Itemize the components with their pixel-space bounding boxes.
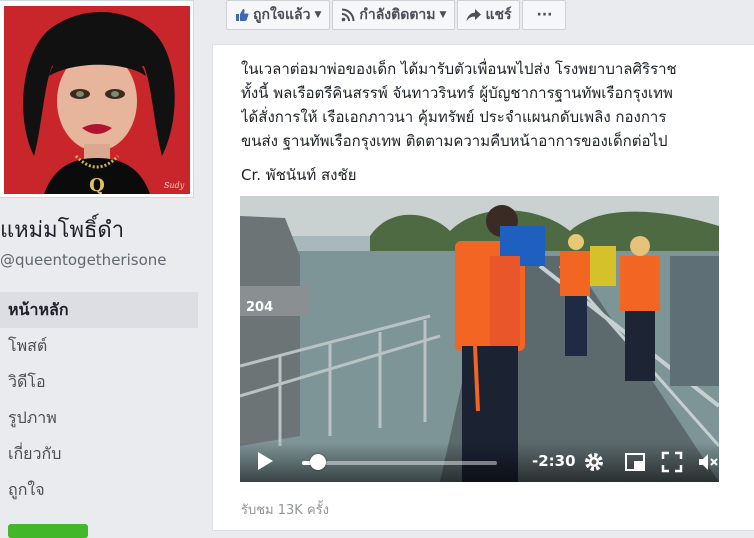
- nav-item-home[interactable]: หน้าหลัก: [0, 292, 198, 328]
- post-body: ในเวลาต่อมาพ่อของเด็ก ได้มารับตัวเพื่อนพ…: [241, 57, 746, 153]
- mute-icon[interactable]: [697, 451, 719, 473]
- post-credit: Cr. พัชนันท์ สงชัย: [241, 166, 357, 184]
- progress-handle[interactable]: [309, 454, 326, 470]
- more-dots-icon: ···: [536, 7, 553, 23]
- following-button[interactable]: กำลังติดตาม ▼: [332, 0, 456, 30]
- view-count: รับชม 13K ครั้ง: [241, 503, 329, 518]
- gear-icon[interactable]: [583, 451, 605, 473]
- picture-in-picture-icon[interactable]: [624, 451, 646, 473]
- nav-item-posts[interactable]: โพสต์: [0, 328, 198, 364]
- thumbs-up-icon: [236, 9, 249, 21]
- page-nav: หน้าหลัก โพสต์ วิดีโอ รูปภาพ เกี่ยวกับ ถ…: [0, 292, 198, 508]
- nav-item-videos[interactable]: วิดีโอ: [0, 364, 198, 400]
- post-line: ทั้งนี้ พลเรือตรีคินสรรพ์ จันทาวรินทร์ ผ…: [241, 84, 673, 102]
- left-column: Q Sudy แหม่มโพธิ์ดำ @queentogetherisone …: [0, 0, 212, 538]
- post-line: ขนส่ง ฐานทัพเรือกรุงเทพ ติดตามความคืบหน้…: [241, 132, 668, 150]
- post-line: ได้สั่งการให้ เรือเอกภาวนา คุ้มทรัพย์ ปร…: [241, 108, 667, 126]
- nav-item-photos[interactable]: รูปภาพ: [0, 400, 198, 436]
- page-name[interactable]: แหม่มโพธิ์ดำ: [0, 212, 124, 247]
- avatar-illustration: Q Sudy: [4, 6, 190, 194]
- nav-item-likes[interactable]: ถูกใจ: [0, 472, 198, 508]
- avatar-signature: Sudy: [164, 181, 185, 190]
- share-arrow-icon: [466, 8, 482, 21]
- create-page-button[interactable]: [8, 524, 88, 538]
- avatar-pendant-letter: Q: [89, 175, 105, 194]
- main-column: ถูกใจแล้ว ▼ กำลังติดตาม ▼ แชร์ ··· ในเวล…: [212, 0, 754, 531]
- following-label: กำลังติดตาม: [359, 7, 436, 23]
- play-icon[interactable]: [258, 452, 273, 470]
- share-label: แชร์: [485, 7, 512, 23]
- progress-bar[interactable]: [302, 454, 497, 470]
- liked-label: ถูกใจแล้ว: [253, 7, 311, 23]
- nav-item-about[interactable]: เกี่ยวกับ: [0, 436, 198, 472]
- page-handle[interactable]: @queentogetherisone: [0, 251, 166, 269]
- profile-picture-frame[interactable]: Q Sudy: [0, 0, 194, 198]
- page-action-bar: ถูกใจแล้ว ▼ กำลังติดตาม ▼ แชร์ ···: [226, 0, 567, 30]
- video-controls: -2:30: [240, 442, 719, 482]
- boat-hull-number: 204: [246, 300, 273, 315]
- liked-button[interactable]: ถูกใจแล้ว ▼: [226, 0, 331, 30]
- more-options-button[interactable]: ···: [522, 0, 567, 30]
- avatar[interactable]: Q Sudy: [4, 6, 190, 194]
- post-card: ในเวลาต่อมาพ่อของเด็ก ได้มารับตัวเพื่อนพ…: [212, 44, 754, 531]
- time-remaining: -2:30: [532, 452, 576, 470]
- chevron-down-icon: ▼: [439, 10, 447, 20]
- rss-icon: [342, 8, 355, 22]
- post-line: ในเวลาต่อมาพ่อของเด็ก ได้มารับตัวเพื่อนพ…: [241, 60, 677, 78]
- fullscreen-icon[interactable]: [661, 451, 683, 473]
- chevron-down-icon: ▼: [314, 10, 322, 20]
- video-frame: 204: [240, 196, 719, 482]
- video-player[interactable]: 204 -2:30: [240, 196, 719, 482]
- share-button[interactable]: แชร์: [457, 0, 521, 30]
